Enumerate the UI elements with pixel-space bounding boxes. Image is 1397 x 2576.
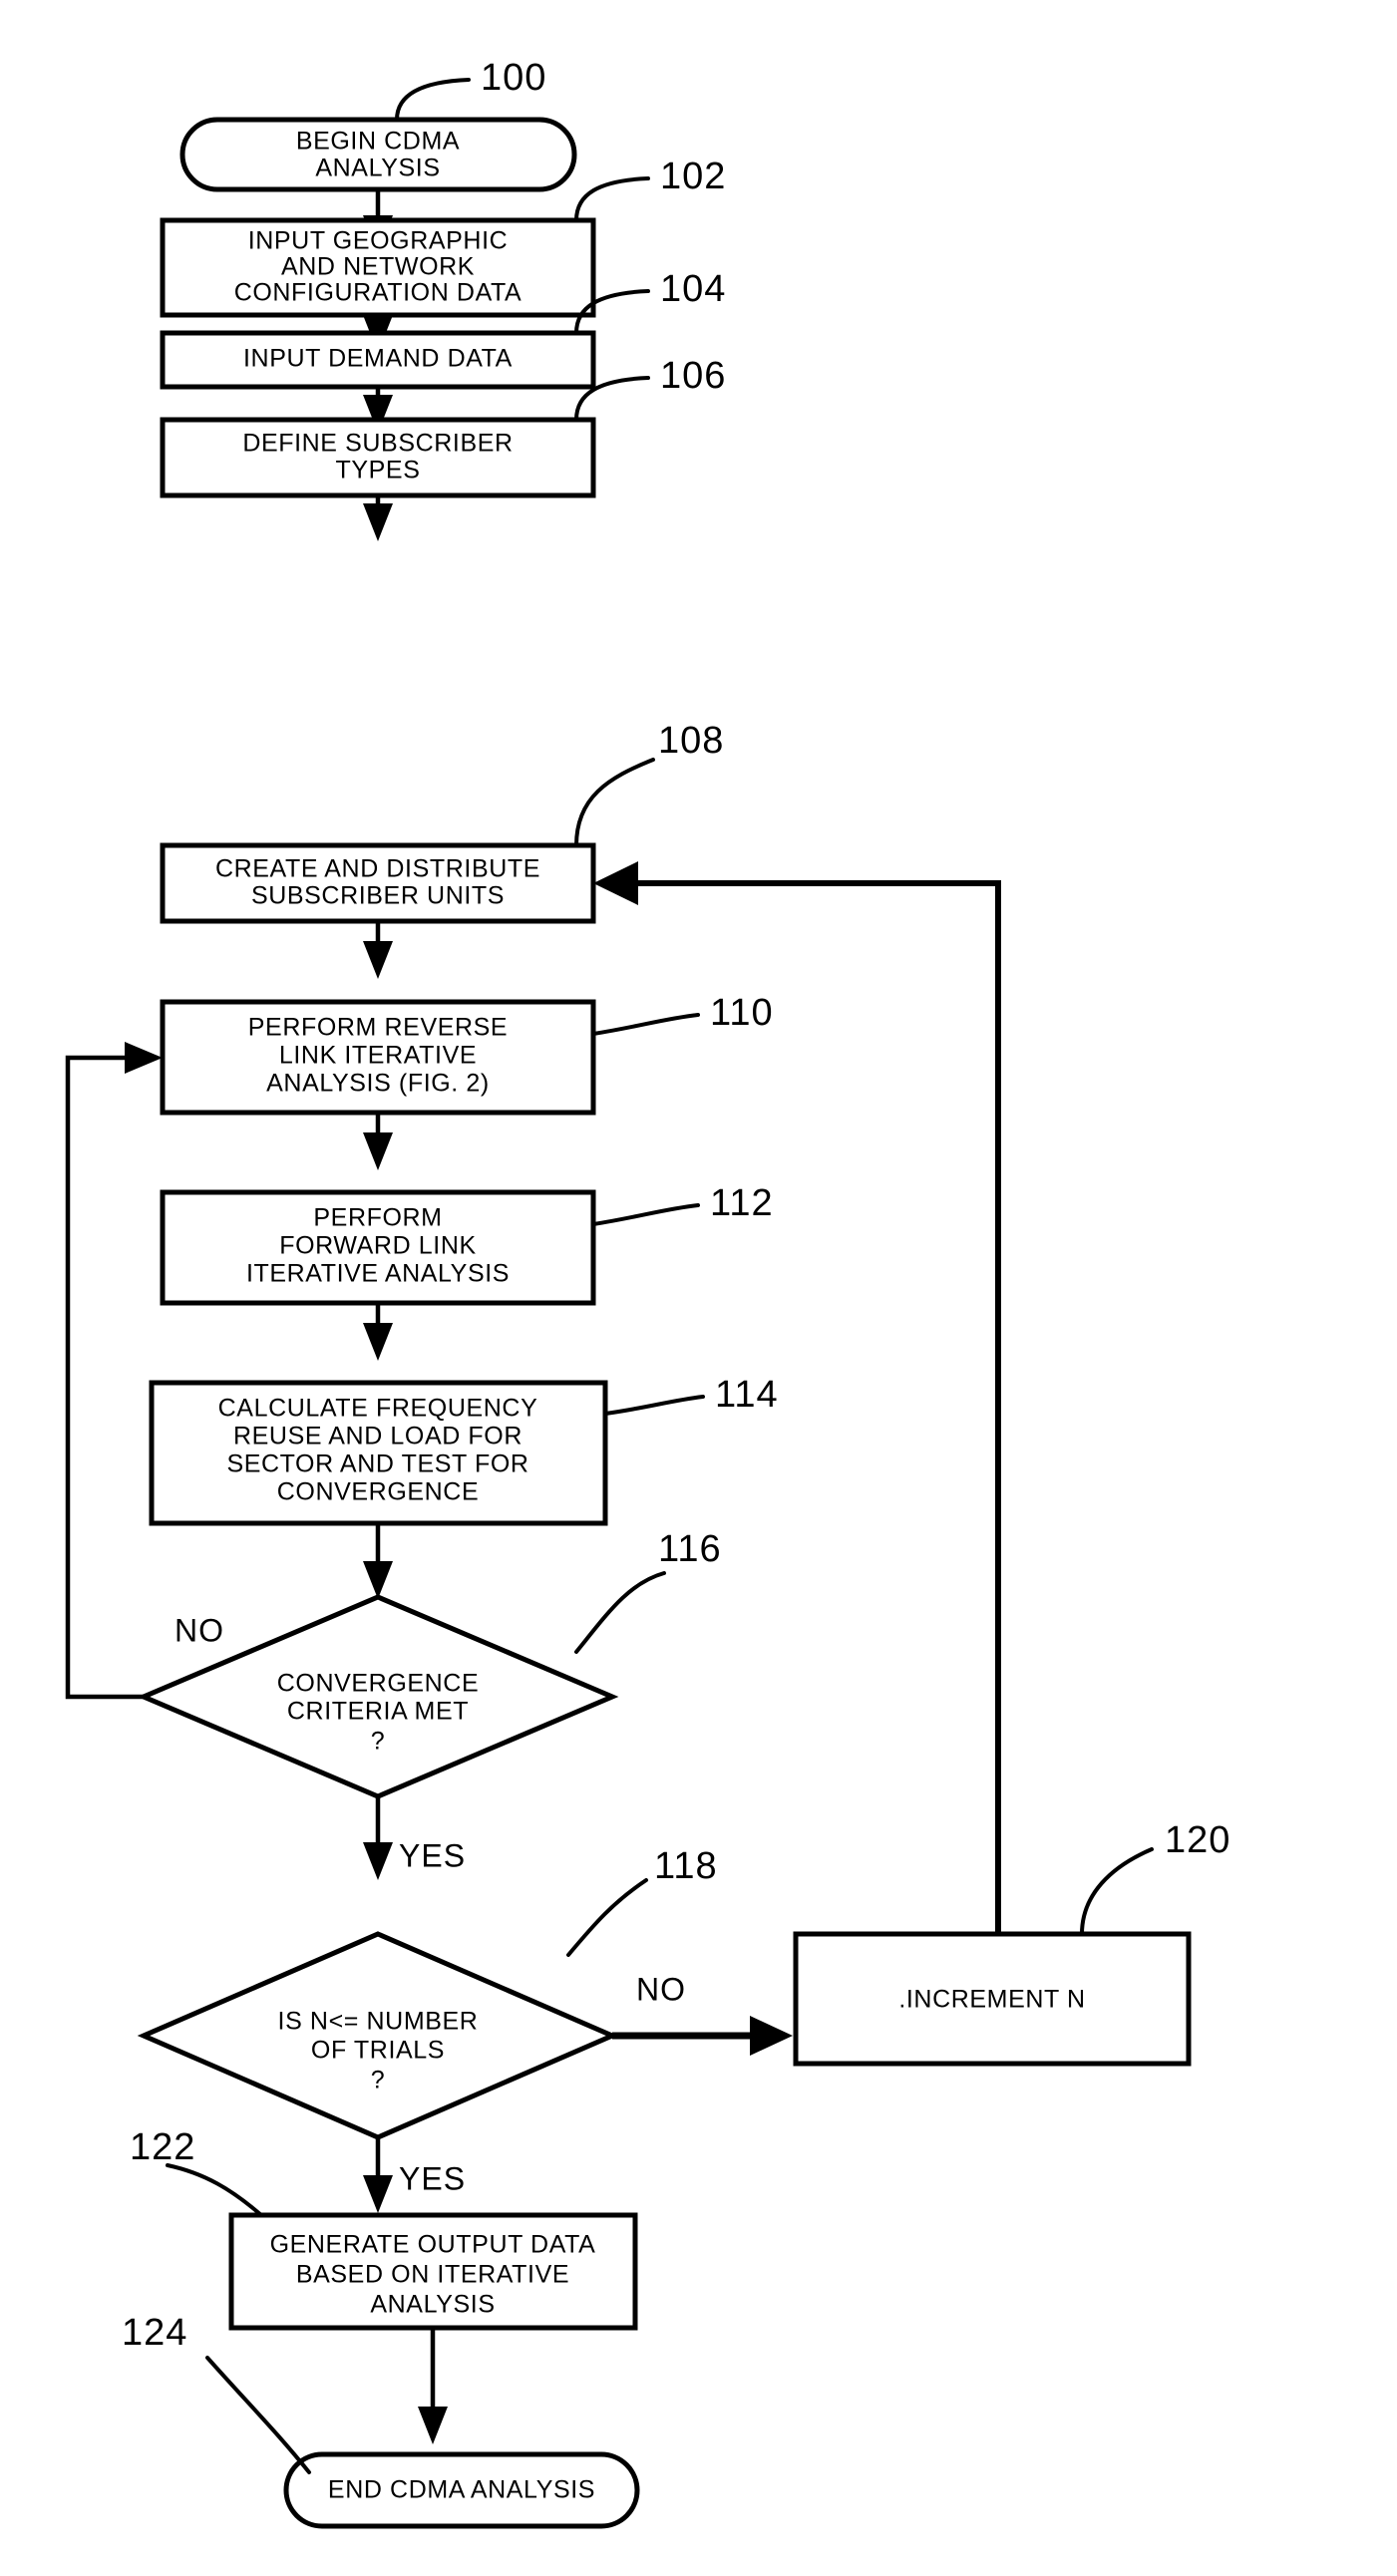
loopback-convergence-no xyxy=(65,1042,163,1700)
node-122-line-0: GENERATE OUTPUT DATA xyxy=(270,2231,596,2259)
leader-line-108 xyxy=(574,758,655,847)
node-118-line-0: IS N<= NUMBER xyxy=(278,2008,479,2036)
ref-number-112: 112 xyxy=(710,1182,774,1224)
connector-116-to-118 xyxy=(363,1796,393,1880)
connector-122-to-124 xyxy=(418,2328,448,2444)
leader-line-118 xyxy=(566,1878,648,1957)
flowchart-canvas: BEGIN CDMA ANALYSIS 100 INPUT GEOGRAPHIC… xyxy=(65,57,1230,2529)
node-108-line-0: CREATE AND DISTRIBUTE xyxy=(215,855,540,883)
leader-line-112 xyxy=(591,1203,700,1226)
node-perform-reverse-link: PERFORM REVERSE LINK ITERATIVE ANALYSIS … xyxy=(160,999,596,1116)
node-104-line-0: INPUT DEMAND DATA xyxy=(243,345,513,373)
node-define-subscriber-types: DEFINE SUBSCRIBER TYPES xyxy=(160,417,596,498)
branch-label-trials-yes: YES xyxy=(399,2160,466,2196)
node-114-line-3: CONVERGENCE xyxy=(277,1478,479,1506)
node-112-line-0: PERFORM xyxy=(313,1204,442,1232)
node-116-line-2: ? xyxy=(371,1728,386,1756)
branch-label-convergence-no: NO xyxy=(175,1612,224,1648)
figure-page: BEGIN CDMA ANALYSIS 100 INPUT GEOGRAPHIC… xyxy=(0,0,1397,2576)
connector-118-to-120 xyxy=(612,2016,793,2056)
node-begin-line-1: ANALYSIS xyxy=(315,155,440,182)
node-112-line-1: FORWARD LINK xyxy=(279,1232,477,1260)
node-110-line-2: ANALYSIS (FIG. 2) xyxy=(266,1070,490,1098)
node-begin-cdma-analysis: BEGIN CDMA ANALYSIS xyxy=(179,117,577,192)
node-106-line-0: DEFINE SUBSCRIBER xyxy=(242,430,513,458)
ref-number-114: 114 xyxy=(715,1374,779,1416)
ref-number-110: 110 xyxy=(710,992,774,1034)
node-114-line-2: SECTOR AND TEST FOR xyxy=(226,1450,528,1478)
connector-112-to-114 xyxy=(363,1303,393,1361)
node-108-line-1: SUBSCRIBER UNITS xyxy=(251,882,505,910)
node-120-line-0: .INCREMENT N xyxy=(898,1986,1085,2014)
leader-line-100 xyxy=(395,78,471,122)
ref-number-124: 124 xyxy=(122,2312,187,2354)
node-110-line-0: PERFORM REVERSE xyxy=(248,1014,508,1042)
leader-line-124 xyxy=(205,2356,311,2474)
node-input-demand-data: INPUT DEMAND DATA xyxy=(160,330,596,390)
node-114-line-0: CALCULATE FREQUENCY xyxy=(218,1395,538,1423)
node-increment-n: .INCREMENT N xyxy=(793,1931,1192,2067)
branch-label-convergence-yes: YES xyxy=(399,1837,466,1873)
node-trials-decision: IS N<= NUMBER OF TRIALS ? xyxy=(137,1931,619,2140)
node-112-line-2: ITERATIVE ANALYSIS xyxy=(246,1260,510,1288)
leader-line-102 xyxy=(574,176,650,222)
node-124-line-0: END CDMA ANALYSIS xyxy=(328,2476,595,2504)
connector-108-to-110 xyxy=(363,921,393,979)
ref-number-102: 102 xyxy=(660,156,726,197)
node-102-line-2: CONFIGURATION DATA xyxy=(234,279,523,307)
branch-label-trials-no: NO xyxy=(636,1971,686,2007)
ref-number-104: 104 xyxy=(660,268,726,310)
node-perform-forward-link: PERFORM FORWARD LINK ITERATIVE ANALYSIS xyxy=(160,1189,596,1306)
node-122-line-2: ANALYSIS xyxy=(370,2291,495,2319)
connector-118-to-122 xyxy=(363,2137,393,2213)
node-begin-line-0: BEGIN CDMA xyxy=(296,128,460,156)
leader-line-122 xyxy=(166,2163,263,2217)
node-118-line-2: ? xyxy=(371,2067,386,2094)
leader-line-110 xyxy=(591,1013,700,1036)
ref-number-108: 108 xyxy=(658,720,724,762)
leader-line-120 xyxy=(1080,1847,1154,1936)
ref-number-122: 122 xyxy=(130,2126,195,2168)
node-create-distribute-subscriber-units: CREATE AND DISTRIBUTE SUBSCRIBER UNITS xyxy=(160,842,596,924)
leader-line-116 xyxy=(574,1571,666,1654)
node-114-line-1: REUSE AND LOAD FOR xyxy=(233,1423,523,1450)
node-102-line-0: INPUT GEOGRAPHIC xyxy=(248,227,509,255)
node-122-line-1: BASED ON ITERATIVE xyxy=(296,2261,569,2289)
node-generate-output-data: GENERATE OUTPUT DATA BASED ON ITERATIVE … xyxy=(228,2212,638,2331)
ref-number-118: 118 xyxy=(654,1845,718,1887)
node-110-line-1: LINK ITERATIVE xyxy=(279,1042,477,1070)
node-116-line-0: CONVERGENCE xyxy=(277,1670,479,1698)
ref-number-120: 120 xyxy=(1165,1819,1230,1861)
leader-line-114 xyxy=(603,1395,705,1416)
node-116-line-1: CRITERIA MET xyxy=(287,1698,469,1726)
ref-number-100: 100 xyxy=(481,57,546,99)
node-106-line-1: TYPES xyxy=(336,457,421,484)
node-end-cdma-analysis: END CDMA ANALYSIS xyxy=(283,2451,640,2529)
connector-110-to-112 xyxy=(363,1113,393,1170)
node-input-geographic: INPUT GEOGRAPHIC AND NETWORK CONFIGURATI… xyxy=(160,217,596,318)
connector-114-to-116 xyxy=(363,1523,393,1599)
node-102-line-1: AND NETWORK xyxy=(281,253,475,281)
node-118-line-1: OF TRIALS xyxy=(311,2037,445,2065)
ref-number-106: 106 xyxy=(660,355,726,397)
node-calculate-frequency-reuse: CALCULATE FREQUENCY REUSE AND LOAD FOR S… xyxy=(149,1380,608,1526)
ref-number-116: 116 xyxy=(658,1528,722,1570)
connector-106-to-108 xyxy=(363,495,393,541)
